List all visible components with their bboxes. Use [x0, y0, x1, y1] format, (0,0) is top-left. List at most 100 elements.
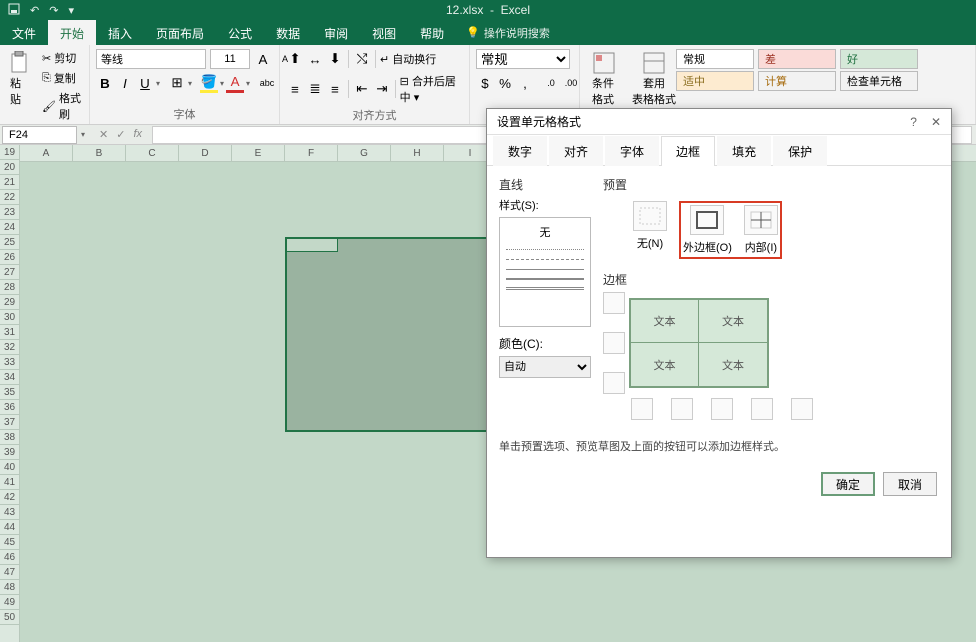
preset-none-button[interactable]: 无(N) [633, 201, 667, 251]
align-right-icon[interactable]: ≡ [326, 79, 344, 99]
increase-indent-icon[interactable]: ⇥ [373, 79, 391, 99]
ok-button[interactable]: 确定 [821, 472, 875, 496]
row-header[interactable]: 34 [0, 370, 19, 385]
underline-button[interactable]: U [136, 73, 154, 93]
name-box[interactable] [2, 126, 77, 144]
row-header[interactable]: 24 [0, 220, 19, 235]
font-name-input[interactable] [96, 49, 206, 69]
row-header[interactable]: 48 [0, 580, 19, 595]
row-header[interactable]: 44 [0, 520, 19, 535]
border-hmiddle-button[interactable] [603, 332, 625, 354]
copy-button[interactable]: ⎘复制 [40, 69, 83, 87]
row-header[interactable]: 31 [0, 325, 19, 340]
qat-dropdown-icon[interactable]: ▾ [68, 4, 74, 17]
dialog-tab-number[interactable]: 数字 [493, 136, 547, 166]
dialog-tab-align[interactable]: 对齐 [549, 136, 603, 166]
border-bottom-button[interactable] [603, 372, 625, 394]
tab-file[interactable]: 文件 [0, 20, 48, 45]
row-header[interactable]: 33 [0, 355, 19, 370]
merge-center-button[interactable]: ⊟ 合并后居中 ▾ [400, 73, 463, 105]
style-calc[interactable]: 计算 [758, 71, 836, 91]
row-header[interactable]: 43 [0, 505, 19, 520]
border-right-button[interactable] [751, 398, 773, 420]
row-header[interactable]: 26 [0, 250, 19, 265]
row-header[interactable]: 45 [0, 535, 19, 550]
column-header[interactable]: D [179, 145, 232, 161]
orientation-icon[interactable]: ⤭ [353, 49, 371, 69]
row-header[interactable]: 49 [0, 595, 19, 610]
align-middle-icon[interactable]: ↔ [306, 49, 324, 69]
row-header[interactable]: 47 [0, 565, 19, 580]
phonetic-button[interactable]: abc [258, 73, 276, 93]
undo-icon[interactable]: ↶ [30, 4, 39, 17]
color-select[interactable]: 自动 [499, 356, 591, 378]
align-bottom-icon[interactable]: ⬇ [326, 49, 344, 69]
fx-icon[interactable]: fx [133, 128, 142, 141]
border-top-button[interactable] [603, 292, 625, 314]
border-vmiddle-button[interactable] [711, 398, 733, 420]
dialog-tab-border[interactable]: 边框 [661, 136, 715, 166]
style-bad[interactable]: 差 [758, 49, 836, 69]
tab-formula[interactable]: 公式 [216, 20, 264, 45]
row-header[interactable]: 32 [0, 340, 19, 355]
column-header[interactable]: A [20, 145, 73, 161]
cancel-button[interactable]: 取消 [883, 472, 937, 496]
border-diag1-button[interactable] [631, 398, 653, 420]
help-icon[interactable]: ? [910, 115, 917, 129]
wrap-text-button[interactable]: ↵ 自动换行 [380, 51, 436, 67]
row-header[interactable]: 27 [0, 265, 19, 280]
tell-me[interactable]: 💡 操作说明搜索 [456, 20, 560, 45]
style-good[interactable]: 好 [840, 49, 918, 69]
cancel-formula-icon[interactable]: ✕ [99, 128, 108, 141]
row-header[interactable]: 22 [0, 190, 19, 205]
fill-color-button[interactable]: 🪣 [200, 73, 218, 93]
row-header[interactable]: 19 [0, 145, 19, 160]
close-icon[interactable]: ✕ [931, 115, 941, 129]
border-left-button[interactable] [671, 398, 693, 420]
row-header[interactable]: 38 [0, 430, 19, 445]
style-check[interactable]: 检查单元格 [840, 71, 918, 91]
enter-formula-icon[interactable]: ✓ [116, 128, 125, 141]
column-header[interactable]: F [285, 145, 338, 161]
column-header[interactable]: H [391, 145, 444, 161]
font-size-input[interactable] [210, 49, 250, 69]
tab-help[interactable]: 帮助 [408, 20, 456, 45]
percent-icon[interactable]: % [496, 73, 514, 93]
column-header[interactable]: C [126, 145, 179, 161]
row-header[interactable]: 23 [0, 205, 19, 220]
line-style-picker[interactable]: 无 [499, 217, 591, 327]
currency-icon[interactable]: $ [476, 73, 494, 93]
border-diag2-button[interactable] [791, 398, 813, 420]
tab-view[interactable]: 视图 [360, 20, 408, 45]
decrease-decimal-icon[interactable]: .00 [562, 73, 580, 93]
style-neutral[interactable]: 适中 [676, 71, 754, 91]
row-header[interactable]: 46 [0, 550, 19, 565]
row-header[interactable]: 35 [0, 385, 19, 400]
style-normal[interactable]: 常规 [676, 49, 754, 69]
row-header[interactable]: 20 [0, 160, 19, 175]
italic-button[interactable]: I [116, 73, 134, 93]
row-header[interactable]: 25 [0, 235, 19, 250]
comma-icon[interactable]: , [516, 73, 534, 93]
conditional-format-button[interactable]: 条件格式 [586, 49, 622, 109]
dialog-tab-font[interactable]: 字体 [605, 136, 659, 166]
bold-button[interactable]: B [96, 73, 114, 93]
paste-button[interactable]: 粘贴 [6, 49, 34, 109]
row-header[interactable]: 36 [0, 400, 19, 415]
align-left-icon[interactable]: ≡ [286, 79, 304, 99]
row-header[interactable]: 50 [0, 610, 19, 625]
align-center-icon[interactable]: ≣ [306, 79, 324, 99]
border-preview[interactable]: 文本 文本 文本 文本 [629, 298, 769, 388]
row-header[interactable]: 21 [0, 175, 19, 190]
tab-home[interactable]: 开始 [48, 20, 96, 45]
row-header[interactable]: 30 [0, 310, 19, 325]
decrease-indent-icon[interactable]: ⇤ [353, 79, 371, 99]
tab-insert[interactable]: 插入 [96, 20, 144, 45]
redo-icon[interactable]: ↷ [49, 4, 58, 17]
number-format-select[interactable]: 常规 [476, 49, 570, 69]
column-header[interactable]: E [232, 145, 285, 161]
row-header[interactable]: 28 [0, 280, 19, 295]
preset-inside-button[interactable]: 内部(I) [744, 205, 778, 255]
row-header[interactable]: 37 [0, 415, 19, 430]
row-header[interactable]: 42 [0, 490, 19, 505]
